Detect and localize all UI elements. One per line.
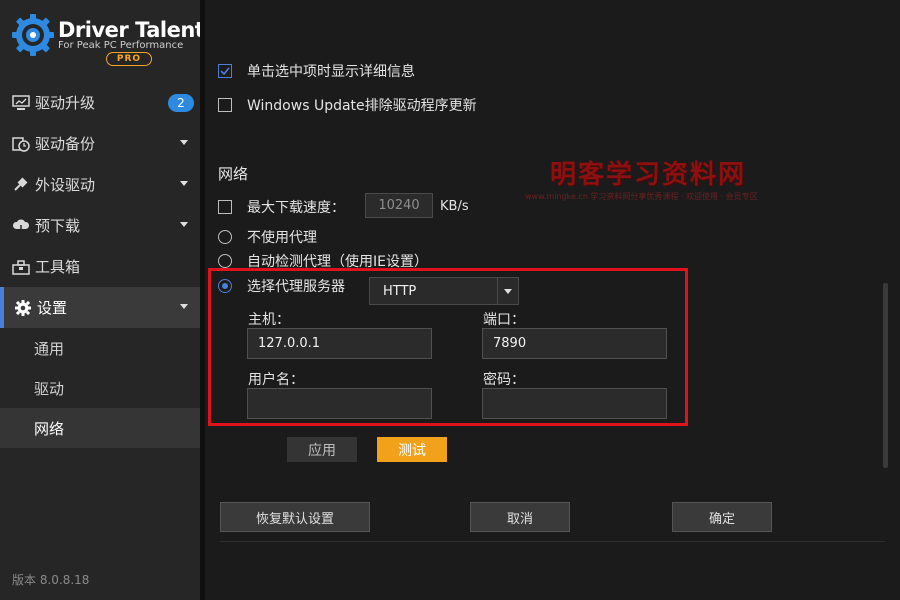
sidebar-subitem-driver[interactable]: 驱动 (0, 368, 200, 408)
sidebar-item-label: 驱动升级 (35, 94, 96, 112)
cancel-button[interactable]: 取消 (470, 502, 570, 532)
plug-icon (12, 176, 30, 194)
app-title: Driver Talent (58, 18, 205, 42)
sidebar-item-settings[interactable]: 设置 (0, 287, 200, 328)
sidebar-item-label: 设置 (37, 299, 68, 317)
confirm-button[interactable]: 确定 (672, 502, 772, 532)
sidebar-item-label: 驱动备份 (35, 135, 96, 153)
watermark-subtext: www.mingke.cn 学习资料网分享优秀课程 · 欢迎使用 · 会员专区 (525, 192, 758, 201)
proxy-type-select[interactable]: HTTP (369, 277, 519, 305)
restore-defaults-button[interactable]: 恢复默认设置 (220, 502, 370, 532)
sidebar-item-peripheral-drivers[interactable]: 外设驱动 (0, 164, 200, 205)
port-label: 端口： (483, 312, 525, 328)
footer-divider (220, 541, 885, 542)
watermark-text: 明客学习资料网 (550, 160, 747, 190)
toolbox-icon (12, 258, 30, 276)
max-speed-checkbox[interactable] (218, 200, 232, 214)
sidebar-item-toolbox[interactable]: 工具箱 (0, 246, 200, 287)
pro-badge: PRO (106, 52, 152, 66)
password-label: 密码： (483, 372, 525, 388)
sidebar-item-label: 外设驱动 (35, 176, 96, 194)
sidebar-item-label: 预下载 (35, 217, 81, 235)
auto-proxy-radio[interactable] (218, 254, 232, 268)
windows-update-checkbox[interactable] (218, 98, 232, 112)
show-details-label: 单击选中项时显示详细信息 (247, 64, 415, 80)
chevron-down-icon (180, 140, 188, 145)
host-input[interactable]: 127.0.0.1 (247, 328, 432, 359)
host-label: 主机： (248, 312, 290, 328)
no-proxy-label: 不使用代理 (247, 230, 317, 246)
windows-update-option[interactable]: Windows Update排除驱动程序更新 (218, 95, 477, 115)
username-label: 用户名： (248, 372, 304, 388)
settings-panel: 单击选中项时显示详细信息 Windows Update排除驱动程序更新 网络 明… (205, 0, 900, 600)
no-proxy-radio[interactable] (218, 230, 232, 244)
select-proxy-radio[interactable] (218, 279, 232, 293)
no-proxy-option[interactable]: 不使用代理 (218, 227, 317, 247)
logo-gear-icon (12, 14, 54, 56)
network-section-title: 网络 (218, 165, 249, 183)
max-speed-option[interactable]: 最大下载速度： (218, 197, 345, 217)
select-proxy-label: 选择代理服务器 (247, 279, 345, 295)
sidebar-item-driver-update[interactable]: 驱动升级 2 (0, 82, 200, 123)
max-speed-label: 最大下载速度： (247, 200, 345, 216)
sidebar: Driver Talent For Peak PC Performance PR… (0, 0, 205, 600)
sidebar-subitem-general[interactable]: 通用 (0, 328, 200, 368)
app-logo: Driver Talent For Peak PC Performance PR… (12, 14, 205, 70)
gear-icon (14, 299, 32, 317)
cloud-download-icon (12, 217, 30, 235)
sidebar-item-driver-backup[interactable]: 驱动备份 (0, 123, 200, 164)
sidebar-subitem-network[interactable]: 网络 (0, 408, 200, 448)
scrollbar[interactable] (883, 283, 888, 468)
windows-update-label: Windows Update排除驱动程序更新 (247, 98, 477, 114)
max-speed-input[interactable]: 10240 (365, 193, 433, 218)
port-input[interactable]: 7890 (482, 328, 667, 359)
version-label: 版本 8.0.8.18 (12, 573, 90, 587)
speed-unit-label: KB/s (440, 199, 469, 214)
show-details-checkbox[interactable] (218, 64, 232, 78)
sidebar-item-predownload[interactable]: 预下载 (0, 205, 200, 246)
update-count-badge: 2 (168, 94, 194, 112)
chevron-down-icon (180, 304, 188, 309)
sidebar-item-label: 工具箱 (35, 258, 81, 276)
show-details-option[interactable]: 单击选中项时显示详细信息 (218, 61, 415, 81)
proxy-type-value: HTTP (383, 283, 417, 299)
chevron-down-icon (180, 222, 188, 227)
username-input[interactable] (247, 388, 432, 419)
app-subtitle: For Peak PC Performance (58, 40, 184, 51)
backup-clock-icon (12, 135, 30, 153)
apply-button[interactable]: 应用 (287, 437, 357, 462)
chevron-down-icon (180, 181, 188, 186)
select-proxy-option[interactable]: 选择代理服务器 (218, 276, 345, 296)
chevron-down-icon (497, 278, 518, 304)
monitor-icon (12, 94, 30, 112)
sidebar-nav: 驱动升级 2 驱动备份 外设驱动 预下载 工具箱 设置 通用 驱动 网络 (0, 82, 200, 448)
test-button[interactable]: 测试 (377, 437, 447, 462)
check-icon (220, 67, 230, 76)
password-input[interactable] (482, 388, 667, 419)
